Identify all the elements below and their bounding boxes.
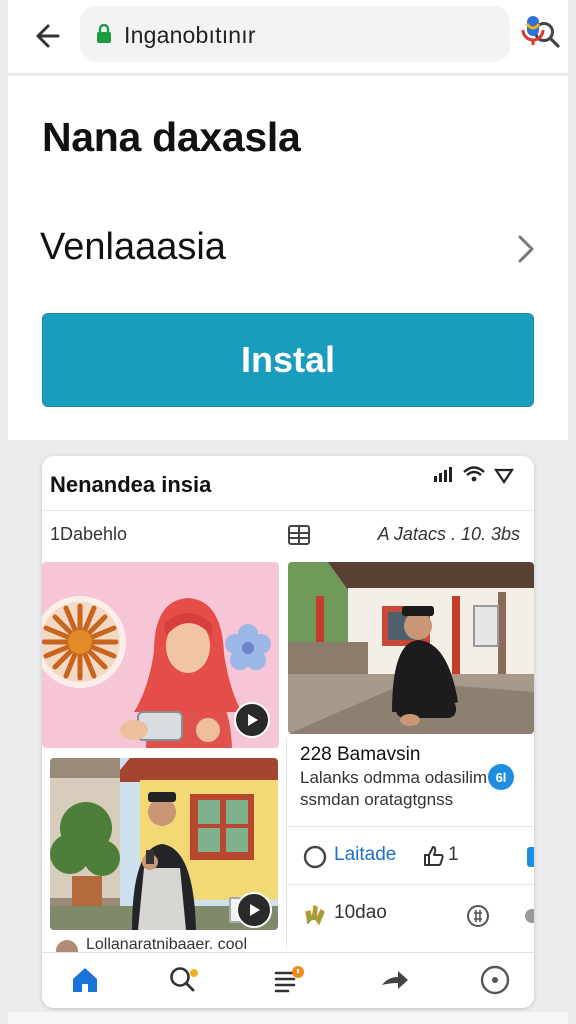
info-badge: 6l [488,764,514,790]
post-caption-text: Lollanaratnibaaer. cool [86,936,248,953]
action-row: 10dao [300,896,534,932]
play-icon[interactable] [236,892,272,928]
app-title: Nana daxasla [42,114,301,160]
post-info-title: 228 Bamavsin [300,744,421,765]
forward-icon[interactable] [378,963,412,997]
thumb-up-icon [424,846,444,866]
dao-label: 10dao [334,902,387,923]
status-bar-icons [432,464,520,486]
divider [42,510,534,511]
action-row: Laitade 1 [300,838,534,874]
preview-tab-left[interactable]: 1Dabehlo [50,524,127,545]
profile-circle-icon[interactable] [478,963,512,997]
install-button[interactable]: Instal [42,313,534,407]
browser-toolbar: Inganobıtınır [8,0,568,74]
url-text: Inganobıtınır [124,22,256,48]
post-image-man-apron[interactable] [50,758,278,930]
play-icon[interactable] [234,702,270,738]
bottom-navigation [42,952,534,1008]
column-divider [286,738,287,948]
app-store-card: Nana daxasla Venlaaasia Instal [8,76,568,440]
developer-row[interactable]: Venlaaasia [8,216,568,280]
post-image-woman-phone[interactable] [42,562,279,748]
signal-wifi-icon [434,466,515,484]
mic-icon[interactable] [518,14,548,48]
hands-icon [305,905,325,926]
address-bar[interactable]: Inganobıtınır [80,6,560,62]
app-screenshot-preview[interactable]: Nenandea insia 1Dabehlo A Jatacs . 10. 3… [42,456,534,1008]
lock-icon [96,23,112,44]
post-info-line: Lalanks odmma odasilim [300,768,488,787]
preview-tab-right[interactable]: A Jatacs . 10. 3bs [378,524,520,545]
back-arrow-icon[interactable] [28,14,72,58]
like-count: 1 [448,844,459,865]
circle-icon [303,845,327,869]
preview-title: Nenandea insia [50,472,212,497]
list-notification-icon[interactable] [272,963,306,997]
divider [288,826,534,827]
home-icon[interactable] [68,963,102,997]
post-info-line: ssmdan oratagtgnss [300,790,454,809]
share-square-icon [527,847,534,867]
divider [288,884,534,885]
search-icon[interactable] [166,963,200,997]
developer-name: Venlaaasia [40,226,226,268]
toggle-pill-icon [525,909,534,923]
page-bottom-strip [8,1012,568,1024]
chevron-right-icon [512,234,538,264]
latest-link[interactable]: Laitade [334,844,396,866]
counter-circle-icon [467,905,489,927]
grid-icon[interactable] [288,524,310,546]
post-image-man-sitting[interactable] [288,562,534,734]
